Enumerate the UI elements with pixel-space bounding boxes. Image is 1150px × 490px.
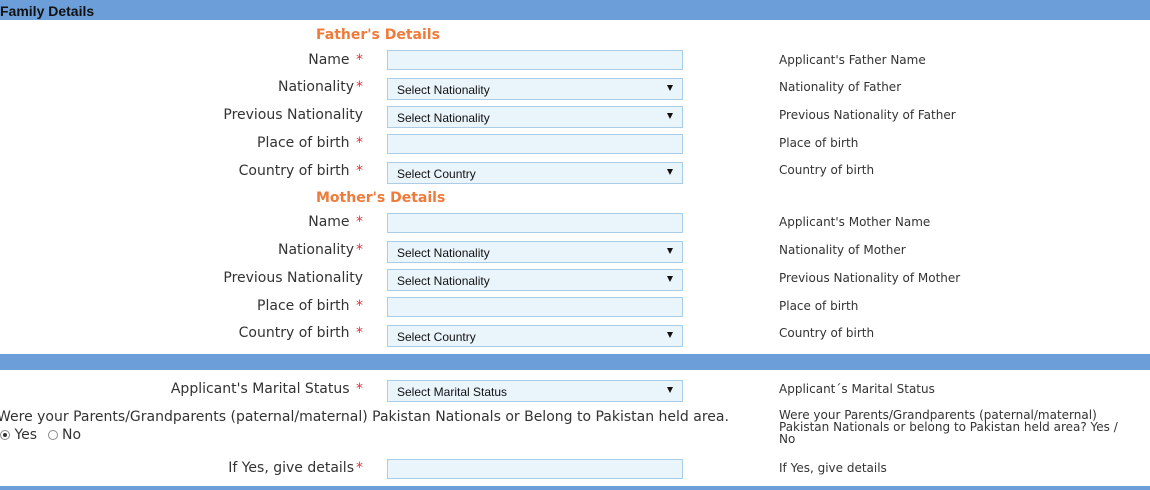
- father-cob-help: Country of birth: [779, 163, 875, 177]
- yes-radio[interactable]: [0, 430, 10, 440]
- father-name-input[interactable]: [387, 50, 683, 70]
- father-cob-label: Country of birth *: [238, 163, 363, 179]
- marital-status-help: Applicant´s Marital Status: [779, 382, 935, 396]
- mother-pob-input[interactable]: [387, 297, 683, 317]
- mother-nationality-select[interactable]: Select Nationality: [387, 241, 683, 263]
- mother-name-input[interactable]: [387, 213, 683, 233]
- father-pob-input[interactable]: [387, 134, 683, 154]
- dropdown-arrow-icon: [667, 332, 673, 338]
- dropdown-arrow-icon: [667, 113, 673, 119]
- yes-radio-label: Yes: [14, 427, 38, 443]
- details-label: If Yes, give details *: [228, 460, 363, 476]
- required-asterisk: *: [356, 325, 363, 341]
- footer-bar: [0, 486, 1150, 490]
- father-name-help: Applicant's Father Name: [779, 53, 926, 67]
- father-nationality-label: Nationality *: [277, 79, 363, 95]
- mother-prev-nationality-select[interactable]: Select Nationality: [387, 269, 683, 291]
- required-asterisk: *: [356, 214, 363, 230]
- required-asterisk: *: [356, 163, 363, 179]
- mother-cob-help: Country of birth: [779, 326, 875, 340]
- no-radio-label: No: [61, 427, 82, 443]
- required-asterisk: *: [356, 298, 363, 314]
- mother-name-label: Name *: [308, 214, 363, 230]
- father-prev-nationality-select[interactable]: Select Nationality: [387, 106, 683, 128]
- marital-status-label: Applicant's Marital Status *: [170, 381, 363, 397]
- family-details-title: Family Details: [0, 3, 95, 19]
- dropdown-arrow-icon: [667, 276, 673, 282]
- required-asterisk: *: [356, 79, 363, 95]
- pakistan-nationals-help: Were your Parents/Grandparents (paternal…: [779, 408, 1118, 446]
- details-help: If Yes, give details: [779, 461, 887, 475]
- mother-cob-label: Country of birth *: [238, 325, 363, 341]
- dropdown-arrow-icon: [667, 169, 673, 175]
- mother-nationality-help: Nationality of Mother: [779, 243, 906, 257]
- mother-name-help: Applicant's Mother Name: [779, 215, 931, 229]
- dropdown-arrow-icon: [667, 85, 673, 91]
- mothers-details-title: Mother's Details: [316, 190, 446, 206]
- pakistan-nationals-question: Were your Parents/Grandparents (paternal…: [0, 409, 729, 425]
- required-asterisk: *: [356, 242, 363, 258]
- dropdown-arrow-icon: [667, 387, 673, 393]
- mother-pob-label: Place of birth *: [257, 298, 363, 314]
- marital-status-select[interactable]: Select Marital Status: [387, 380, 683, 402]
- required-asterisk: *: [356, 135, 363, 151]
- father-pob-label: Place of birth *: [257, 135, 363, 151]
- mother-prev-nationality-label: Previous Nationality: [223, 270, 363, 286]
- father-prev-nationality-help: Previous Nationality of Father: [779, 108, 956, 122]
- required-asterisk: *: [356, 52, 363, 68]
- mother-cob-select[interactable]: Select Country: [387, 325, 683, 347]
- family-details-header: Family Details: [0, 0, 1150, 20]
- details-input[interactable]: [387, 459, 683, 479]
- father-nationality-select[interactable]: Select Nationality: [387, 78, 683, 100]
- father-cob-select[interactable]: Select Country: [387, 162, 683, 184]
- mother-prev-nationality-help: Previous Nationality of Mother: [779, 271, 961, 285]
- section-divider-bar: [0, 354, 1150, 370]
- father-pob-help: Place of birth: [779, 136, 859, 150]
- mother-pob-help: Place of birth: [779, 299, 859, 313]
- father-prev-nationality-label: Previous Nationality: [223, 107, 363, 123]
- father-name-label: Name *: [308, 52, 363, 68]
- pakistan-nationals-radio-group: Yes No: [0, 427, 81, 443]
- required-asterisk: *: [356, 460, 363, 476]
- mother-nationality-label: Nationality *: [277, 242, 363, 258]
- dropdown-arrow-icon: [667, 248, 673, 254]
- father-nationality-help: Nationality of Father: [779, 80, 902, 94]
- fathers-details-title: Father's Details: [316, 27, 440, 43]
- no-radio[interactable]: [47, 430, 58, 440]
- required-asterisk: *: [356, 381, 363, 397]
